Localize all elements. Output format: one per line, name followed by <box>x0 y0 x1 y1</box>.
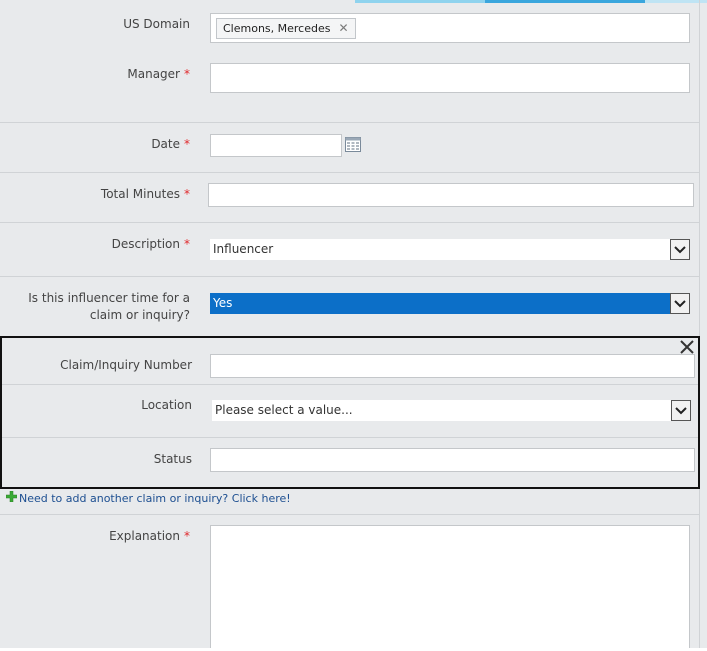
claim-number-input[interactable] <box>210 354 695 378</box>
close-group-icon[interactable] <box>679 339 695 355</box>
influencer-selected-value: Yes <box>213 296 233 310</box>
form-right-border-lower <box>699 489 700 651</box>
add-claim-link-text[interactable]: Need to add another claim or inquiry? Cl… <box>19 492 291 505</box>
chevron-down-icon[interactable] <box>670 239 690 260</box>
row-separator <box>0 172 699 173</box>
us-domain-people-picker[interactable]: Clemons, Mercedes ✕ <box>210 13 690 43</box>
status-label: Status <box>153 452 192 466</box>
remove-user-icon[interactable]: ✕ <box>338 21 348 35</box>
calendar-icon[interactable] <box>345 136 361 152</box>
influencer-question-label: Is this influencer time for a claim or i… <box>28 291 190 322</box>
status-input[interactable] <box>210 448 695 472</box>
row-separator <box>0 514 699 515</box>
manager-input[interactable] <box>210 63 690 93</box>
description-label: Description * <box>111 237 190 251</box>
explanation-textarea[interactable] <box>210 525 690 649</box>
total-minutes-input[interactable] <box>208 183 694 207</box>
influencer-select[interactable]: Yes <box>210 293 690 314</box>
manager-label: Manager * <box>127 67 190 81</box>
description-select[interactable]: Influencer <box>210 239 690 260</box>
location-selected-value: Please select a value... <box>215 403 353 417</box>
claim-number-label: Claim/Inquiry Number <box>60 358 192 372</box>
plus-icon <box>6 490 17 502</box>
row-separator <box>2 384 698 385</box>
row-separator <box>0 122 699 123</box>
row-separator <box>2 437 698 438</box>
date-input[interactable] <box>210 134 342 157</box>
chevron-down-icon[interactable] <box>670 293 690 314</box>
description-selected-value: Influencer <box>213 242 274 256</box>
form-right-border <box>699 0 700 336</box>
row-separator <box>0 276 699 277</box>
location-label: Location <box>141 398 192 412</box>
user-tag-label: Clemons, Mercedes <box>223 22 331 35</box>
total-minutes-label: Total Minutes * <box>100 187 190 201</box>
explanation-label: Explanation * <box>109 529 190 543</box>
row-separator <box>0 222 699 223</box>
date-label: Date * <box>151 137 190 151</box>
add-claim-link[interactable]: Need to add another claim or inquiry? Cl… <box>6 490 291 506</box>
chevron-down-icon[interactable] <box>671 400 691 421</box>
us-domain-label: US Domain <box>123 17 190 31</box>
location-select[interactable]: Please select a value... <box>212 400 691 421</box>
top-accent-line <box>0 0 707 3</box>
user-tag: Clemons, Mercedes ✕ <box>216 18 356 39</box>
